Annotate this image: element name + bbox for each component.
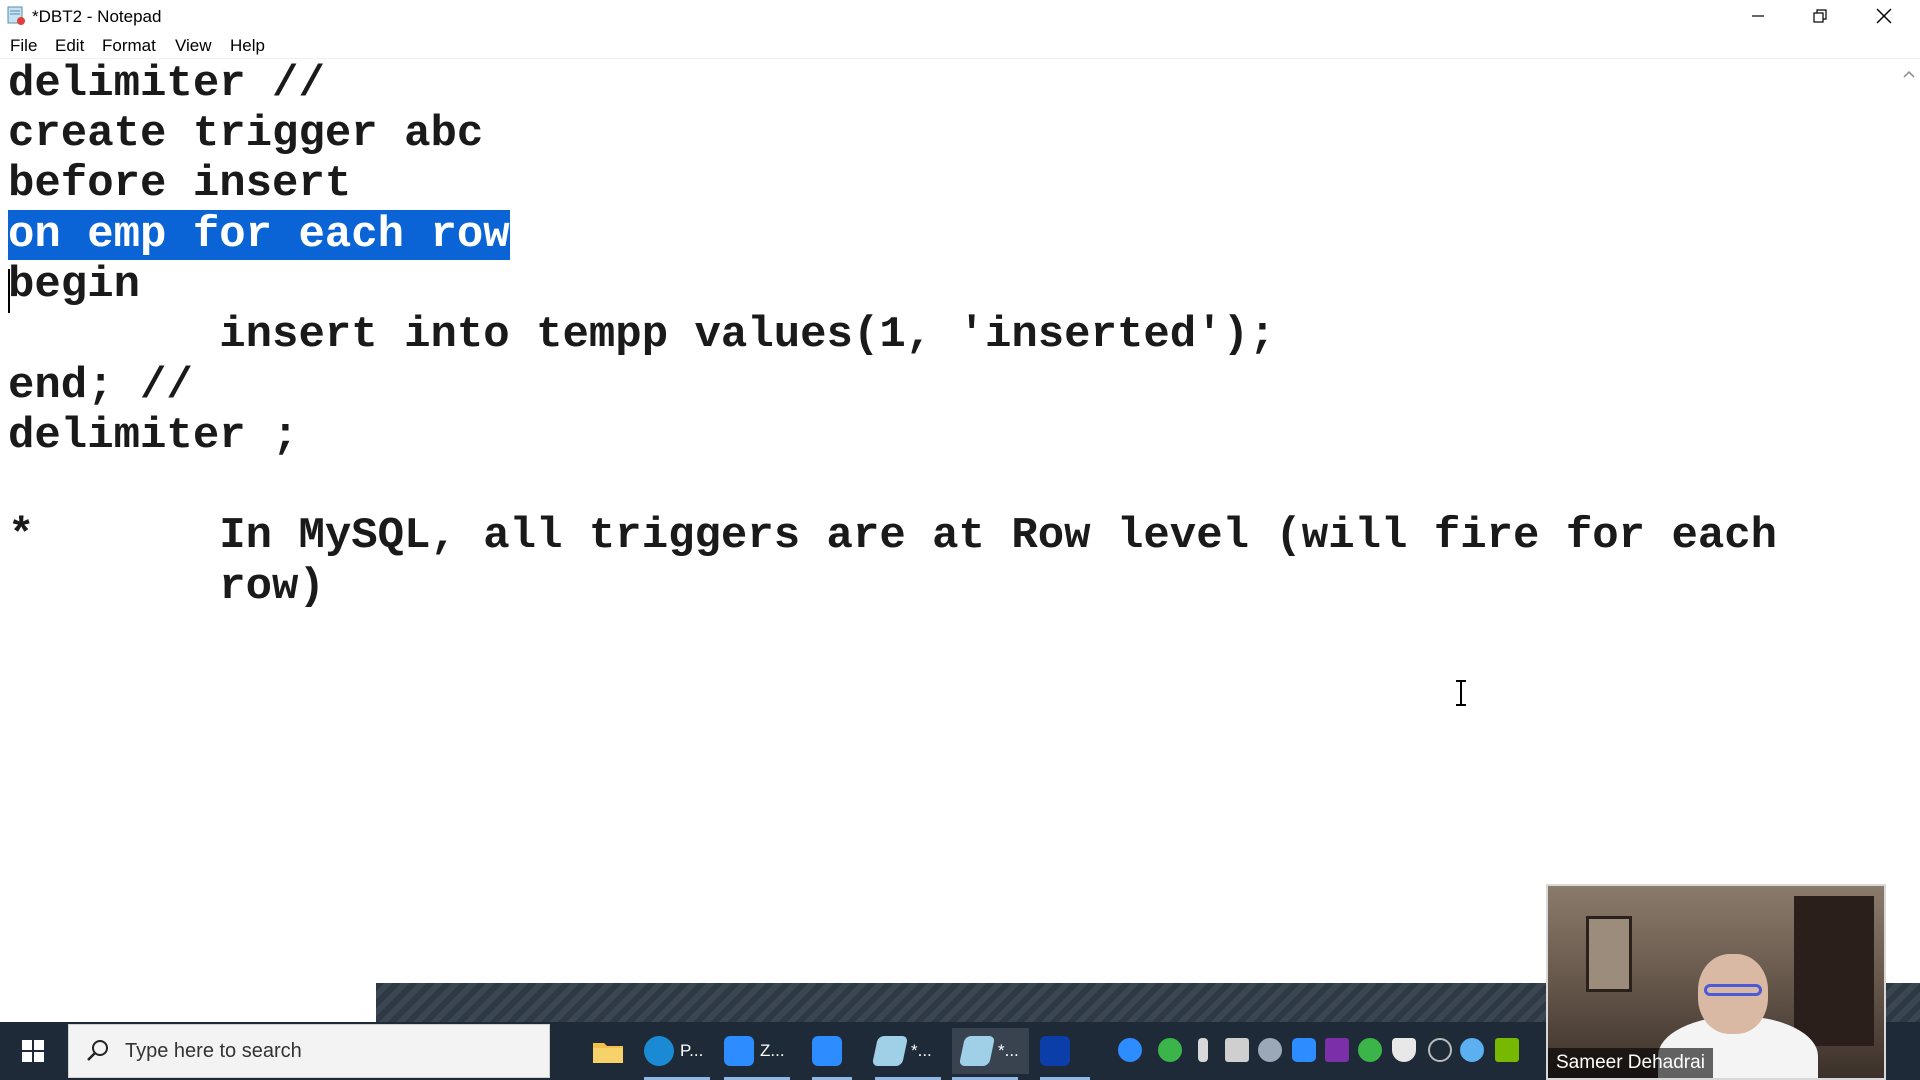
text-editor[interactable]: delimiter // create trigger abc before i…	[0, 59, 1898, 999]
windows-logo-icon	[22, 1040, 44, 1062]
participant-name: Sameer Dehadrai	[1548, 1048, 1713, 1078]
close-button[interactable]	[1853, 0, 1915, 32]
taskbar-search[interactable]: Type here to search	[68, 1024, 550, 1078]
onenote-tray-icon[interactable]	[1325, 1038, 1349, 1062]
code-line: delimiter //	[8, 59, 325, 109]
code-line: delimiter ;	[8, 411, 299, 461]
edge-icon	[644, 1036, 674, 1066]
background-door	[1794, 896, 1874, 1046]
selected-text: on emp for each row	[8, 210, 510, 260]
taskbar-app-label: Z...	[760, 1041, 785, 1060]
taskbar-app-notepad-2[interactable]: *...	[952, 1028, 1029, 1074]
glasses	[1704, 984, 1762, 996]
start-button[interactable]	[0, 1022, 66, 1080]
menu-file[interactable]: File	[10, 36, 37, 56]
wall-picture	[1586, 916, 1632, 992]
code-line: row)	[8, 562, 325, 612]
taskbar-app-label: P...	[680, 1041, 704, 1060]
nvidia-tray-icon[interactable]	[1495, 1038, 1519, 1062]
zoom-icon	[724, 1036, 754, 1066]
minimize-button[interactable]	[1727, 0, 1789, 32]
code-line: end; //	[8, 361, 193, 411]
close-icon	[1876, 8, 1892, 24]
search-placeholder: Type here to search	[125, 1040, 302, 1062]
taskbar-app-zoom[interactable]: Z...	[724, 1028, 785, 1074]
search-icon	[87, 1040, 108, 1061]
notepad-icon	[958, 1036, 996, 1066]
code-line: begin	[8, 260, 141, 310]
taskbar-app-label: *...	[911, 1041, 932, 1060]
notepad-app-icon	[7, 6, 25, 25]
menu-edit[interactable]: Edit	[55, 36, 84, 56]
notepad-icon	[871, 1036, 909, 1066]
taskbar-app-label: *...	[998, 1041, 1019, 1060]
text-caret	[8, 269, 10, 313]
code-line: insert into tempp values(1, 'inserted');	[8, 310, 1276, 360]
menu-help[interactable]: Help	[230, 36, 265, 56]
taskbar-app-zoom-meeting[interactable]	[812, 1028, 842, 1074]
code-line: create trigger abc	[8, 109, 484, 159]
help-tray-icon[interactable]	[1118, 1038, 1142, 1062]
steam-tray-icon[interactable]	[1258, 1038, 1282, 1062]
shield-tray-icon[interactable]	[1392, 1038, 1416, 1062]
microphone-tray-icon[interactable]	[1198, 1038, 1208, 1062]
notepad-window: *DBT2 - Notepad File Edit Format View He…	[0, 0, 1920, 1023]
scroll-up-icon[interactable]	[1898, 65, 1920, 85]
wifi-tray-icon[interactable]	[1428, 1038, 1452, 1062]
minimize-icon	[1752, 15, 1764, 17]
upwork-tray-icon[interactable]	[1358, 1038, 1382, 1062]
check-tray-icon[interactable]	[1158, 1038, 1182, 1062]
battery-tray-icon[interactable]	[1225, 1038, 1249, 1062]
zoom-meeting-icon	[812, 1036, 842, 1066]
code-line: * In MySQL, all triggers are at Row leve…	[8, 511, 1778, 561]
zoom-tray-icon[interactable]	[1292, 1038, 1316, 1062]
folder-icon	[593, 1043, 623, 1063]
ibeam-cursor-icon	[1456, 680, 1466, 706]
restore-icon	[1813, 9, 1827, 23]
menu-view[interactable]: View	[175, 36, 212, 56]
taskbar-app-edge[interactable]: P...	[644, 1028, 703, 1074]
chart-app-icon	[1040, 1036, 1070, 1066]
snowflake-tray-icon[interactable]	[1460, 1038, 1484, 1062]
restore-button[interactable]	[1789, 0, 1851, 32]
menu-format[interactable]: Format	[102, 36, 156, 56]
title-bar[interactable]: *DBT2 - Notepad	[0, 0, 1920, 32]
taskbar-app-notepad-1[interactable]: *...	[871, 1028, 932, 1074]
menu-bar: File Edit Format View Help	[0, 32, 1920, 59]
code-line: before insert	[8, 159, 352, 209]
webcam-video-tile: Sameer Dehadrai	[1546, 884, 1886, 1080]
taskbar-file-explorer[interactable]	[592, 1028, 624, 1074]
taskbar-app-chart[interactable]	[1040, 1028, 1070, 1074]
window-title: *DBT2 - Notepad	[32, 7, 162, 26]
vertical-scrollbar[interactable]	[1898, 59, 1920, 939]
